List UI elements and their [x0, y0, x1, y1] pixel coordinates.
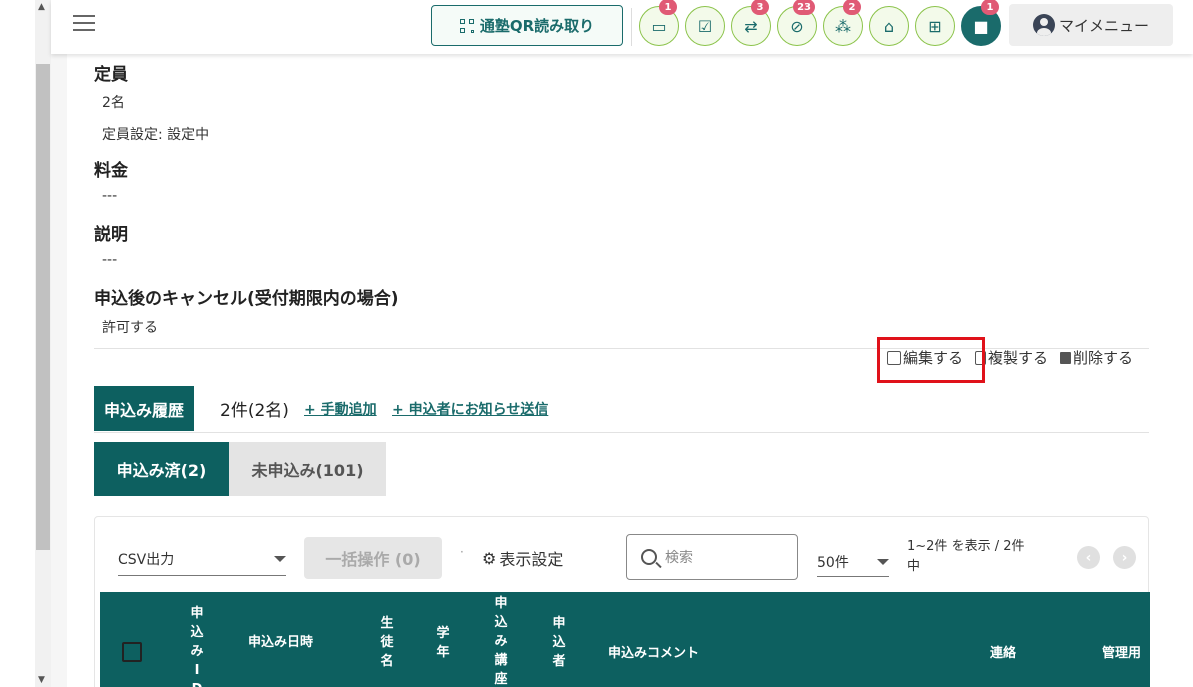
- chat-badge: 1: [659, 0, 677, 15]
- message-badge: 1: [981, 0, 999, 15]
- detail-value-cancel: 許可する: [102, 320, 158, 336]
- delete-label: 削除する: [1073, 349, 1134, 367]
- col-grade[interactable]: 学年: [436, 624, 450, 662]
- col-application-date[interactable]: 申込み日時: [248, 634, 313, 652]
- csv-export-select[interactable]: CSV出力: [118, 542, 286, 576]
- history-count: 2件(2名): [220, 401, 289, 421]
- col-applicant[interactable]: 申込者: [552, 614, 566, 671]
- left-gutter: [0, 0, 35, 687]
- copy-label: 複製する: [988, 349, 1049, 367]
- csv-export-label: CSV出力: [118, 551, 175, 568]
- toolbar-dot: ·: [460, 545, 464, 559]
- main-content: 定員 2名 定員設定: 設定中 料金 --- 説明 --- 申込後のキャンセル(…: [67, 54, 1193, 687]
- col-comment[interactable]: 申込みコメント: [608, 645, 699, 663]
- col-application-id[interactable]: 申込みID: [190, 604, 204, 687]
- highlight-box: [877, 337, 985, 383]
- chevron-down-icon: [877, 558, 889, 565]
- chevron-down-icon: [274, 555, 286, 562]
- display-settings-button[interactable]: ⚙ 表示設定: [482, 546, 563, 570]
- account-icon: [1032, 14, 1055, 36]
- col-contact[interactable]: 連絡: [990, 645, 1016, 663]
- no-location-badge: 23: [793, 0, 815, 15]
- delete-button[interactable]: 削除する: [1060, 347, 1133, 368]
- detail-label-description: 説明: [94, 225, 128, 245]
- notify-applicants-link[interactable]: + 申込者にお知らせ送信: [392, 399, 548, 419]
- search-icon: [641, 549, 657, 565]
- chat-icon[interactable]: ▭ 1: [639, 0, 679, 46]
- copy-button[interactable]: 複製する: [975, 347, 1048, 368]
- checklist-icon[interactable]: ☑: [685, 6, 725, 46]
- pagination-range: 1~2件 を表示 / 2件中: [907, 539, 1025, 574]
- my-menu-button[interactable]: マイメニュー: [1009, 4, 1173, 46]
- table-header: 申込みID 申込み日時 生徒名 学年 申込み講座 申込者 申込みコメント 連絡 …: [100, 592, 1150, 687]
- scrollbar-thumb[interactable]: [36, 64, 50, 550]
- detail-value-fee: ---: [102, 188, 118, 204]
- transfer-badge: 3: [751, 0, 769, 15]
- qr-code-icon: [459, 18, 474, 33]
- message-icon[interactable]: ■ 1: [961, 0, 1001, 46]
- hamburger-menu-icon[interactable]: [73, 15, 95, 36]
- group-badge: 2: [843, 0, 861, 15]
- app-header: 通塾QR読み取り ▭ 1 ☑ ⇄ 3 ⊘ 23 ⁂ 2 ⌂ ⊞ ■ 1 マイメニュー: [51, 0, 1193, 54]
- detail-label-fee: 料金: [94, 161, 128, 181]
- no-location-icon[interactable]: ⊘ 23: [777, 0, 817, 46]
- history-divider: [94, 432, 1149, 433]
- history-tab[interactable]: 申込み履歴: [94, 386, 195, 431]
- search-placeholder: 検索: [665, 550, 693, 566]
- manual-add-link[interactable]: + 手動追加: [304, 399, 377, 419]
- content-background: [51, 0, 67, 687]
- applications-panel: CSV出力 一括操作 (0) · ⚙ 表示設定 検索 50件 1~2件 を表示 …: [94, 516, 1150, 687]
- qr-scan-button[interactable]: 通塾QR読み取り: [431, 5, 623, 46]
- col-student-name[interactable]: 生徒名: [380, 614, 394, 671]
- col-admin[interactable]: 管理用: [1102, 645, 1150, 663]
- display-settings-label: 表示設定: [499, 550, 564, 569]
- gear-icon: ⚙: [482, 548, 497, 568]
- browser-scrollbar[interactable]: ▲ ▼: [35, 0, 51, 687]
- detail-value-capacity-setting: 定員設定: 設定中: [102, 127, 210, 143]
- tab-not-applied[interactable]: 未申込み(101): [229, 442, 386, 496]
- school-icon[interactable]: ⌂: [869, 6, 909, 46]
- my-menu-label: マイメニュー: [1058, 16, 1149, 35]
- prev-page-icon[interactable]: ‹: [1077, 546, 1100, 569]
- detail-label-capacity: 定員: [94, 65, 128, 85]
- trash-icon: [1060, 351, 1072, 364]
- header-separator: [631, 8, 632, 46]
- scroll-up-icon[interactable]: ▲: [38, 2, 45, 12]
- transfer-icon[interactable]: ⇄ 3: [731, 0, 771, 46]
- qr-scan-label: 通塾QR読み取り: [479, 17, 595, 35]
- tab-applied[interactable]: 申込み済(2): [94, 442, 229, 496]
- search-input[interactable]: 検索: [626, 534, 798, 580]
- detail-value-description: ---: [102, 252, 118, 268]
- next-page-icon[interactable]: ›: [1113, 546, 1136, 569]
- bulk-action-button[interactable]: 一括操作 (0): [304, 537, 442, 579]
- per-page-select[interactable]: 50件: [817, 547, 889, 577]
- group-icon[interactable]: ⁂ 2: [823, 0, 863, 46]
- per-page-value: 50件: [817, 554, 849, 571]
- gift-icon[interactable]: ⊞: [915, 6, 955, 46]
- col-course[interactable]: 申込み講座: [494, 594, 508, 687]
- detail-value-capacity: 2名: [102, 95, 125, 111]
- detail-label-cancel: 申込後のキャンセル(受付期限内の場合): [94, 289, 399, 309]
- page-root: ▲ ▼ 通塾QR読み取り ▭ 1 ☑ ⇄ 3 ⊘ 23 ⁂ 2 ⌂ ⊞ ■ 1 マイメニュ…: [0, 0, 1193, 687]
- select-all-checkbox[interactable]: [122, 642, 142, 662]
- scroll-down-icon[interactable]: ▼: [38, 675, 45, 685]
